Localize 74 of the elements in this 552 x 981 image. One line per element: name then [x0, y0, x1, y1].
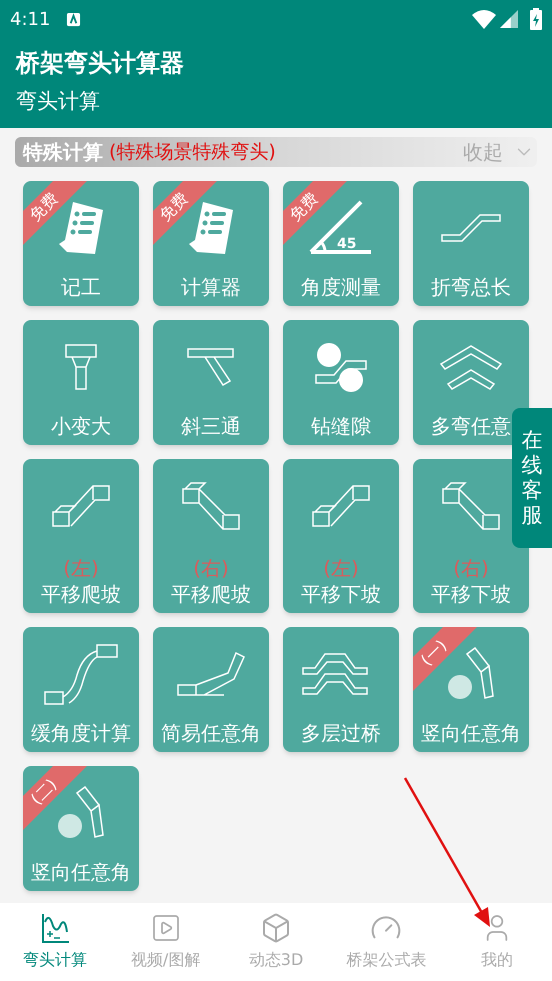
tile[interactable]: 斜三通	[153, 320, 269, 445]
tile-label: 记工	[61, 274, 101, 300]
status-time: 4:11	[10, 8, 50, 32]
tile-label: 斜三通	[181, 413, 241, 439]
tile-label: 平移下坡	[431, 581, 511, 607]
tile[interactable]: 免费 45 角度测量	[283, 181, 399, 306]
tile-label: 竖向任意角	[421, 720, 521, 746]
tile-label: 多层过桥	[301, 720, 381, 746]
tile-label: 折弯总长	[431, 274, 511, 300]
document-icon	[187, 200, 235, 256]
slope-down-icon	[441, 481, 501, 531]
tile-label: 平移爬坡	[41, 581, 121, 607]
curve-bend-icon	[43, 642, 119, 706]
vertical-bend-icon	[447, 647, 495, 701]
tile[interactable]: (右) 平移爬坡	[153, 459, 269, 613]
page-subtitle: 弯头计算	[15, 88, 101, 115]
tile-sublabel: (右)	[453, 555, 489, 581]
tile-label: 多弯任意	[431, 413, 511, 439]
wifi-icon	[472, 9, 496, 29]
nav-tab[interactable]: 弯头计算	[0, 903, 110, 981]
nav-tab[interactable]: 动态3D	[220, 903, 332, 981]
reducer-icon	[64, 343, 98, 391]
tile-sublabel: (左)	[63, 555, 99, 581]
tile[interactable]: 免费 记工	[23, 181, 139, 306]
tile-label: 平移下坡	[301, 581, 381, 607]
nav-label: 动态3D	[248, 949, 304, 971]
tile-label: 简易任意角	[161, 720, 261, 746]
nav-label: 弯头计算	[23, 949, 88, 971]
tile-sublabel: (右)	[193, 555, 229, 581]
section-header[interactable]: 特殊计算 (特殊场景特殊弯头) 收起	[15, 137, 537, 167]
signal-icon	[500, 10, 518, 28]
nav-label: 桥架公式表	[346, 949, 426, 971]
tile-label: 角度测量	[301, 274, 381, 300]
tile[interactable]: (左) 平移下坡	[283, 459, 399, 613]
tile-label: 竖向任意角	[31, 859, 131, 885]
nav-tab[interactable]: 桥架公式表	[331, 903, 442, 981]
tile-sublabel: (左)	[323, 555, 359, 581]
tile[interactable]: 缓角度计算	[23, 627, 139, 752]
collapse-toggle[interactable]: 收起	[463, 137, 503, 167]
tile[interactable]: (左) 平移爬坡	[23, 459, 139, 613]
app-title: 桥架弯头计算器	[14, 48, 185, 79]
chat-button[interactable]: 在线客服	[512, 408, 552, 548]
battery-icon	[530, 8, 542, 30]
tile[interactable]: 折弯总长	[413, 181, 529, 306]
tile-label: 平移爬坡	[171, 581, 251, 607]
slope-up-icon	[51, 484, 111, 528]
tile[interactable]: (二) 竖向任意角	[23, 766, 139, 891]
tile[interactable]: 钻缝隙	[283, 320, 399, 445]
pipe-gap-icon	[314, 342, 368, 392]
tile[interactable]: (一) 竖向任意角	[413, 627, 529, 752]
tile-label: 缓角度计算	[31, 720, 131, 746]
nav-tab[interactable]: 视频/图解	[110, 903, 221, 981]
slope-up-icon	[311, 484, 371, 528]
vertical-bend-icon	[57, 786, 105, 840]
tile[interactable]: 多层过桥	[283, 627, 399, 752]
tee-icon	[187, 348, 235, 386]
nav-label: 视频/图解	[130, 949, 200, 971]
section-note: (特殊场景特殊弯头)	[109, 140, 276, 165]
bend-icon	[440, 213, 502, 243]
chevron-bends-icon	[439, 344, 503, 390]
nav-label: 我的	[480, 949, 513, 971]
notification-icon	[66, 12, 82, 26]
tile[interactable]: 简易任意角	[153, 627, 269, 752]
chart-icon	[39, 912, 72, 944]
nav-tab[interactable]: 我的	[442, 903, 552, 981]
document-icon	[57, 200, 105, 256]
tile-label: 钻缝隙	[311, 413, 371, 439]
tile[interactable]: 免费 计算器	[153, 181, 269, 306]
tile-label: 计算器	[181, 274, 241, 300]
slope-down-icon	[181, 481, 241, 531]
tile[interactable]: 小变大	[23, 320, 139, 445]
tile-label: 小变大	[51, 413, 111, 439]
angle-bend-icon	[176, 651, 246, 697]
section-title: 特殊计算	[23, 139, 103, 166]
